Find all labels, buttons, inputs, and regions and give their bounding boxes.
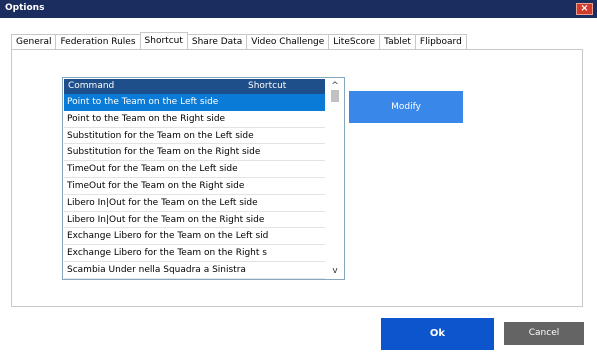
window-title: Options: [5, 3, 45, 13]
list-rows: Point to the Team on the Left side Point…: [64, 94, 325, 279]
title-bar: Options: [0, 0, 597, 18]
tab-tablet[interactable]: Tablet: [379, 34, 416, 49]
list-item[interactable]: TimeOut for the Team on the Right side: [64, 178, 325, 195]
shortcut-list[interactable]: Command Shortcut Point to the Team on th…: [62, 77, 345, 280]
list-header: Command Shortcut: [64, 79, 325, 94]
list-item[interactable]: TimeOut for the Team on the Left side: [64, 161, 325, 178]
list-item[interactable]: Substitution for the Team on the Left si…: [64, 128, 325, 145]
close-icon: ×: [580, 3, 589, 14]
list-item[interactable]: Point to the Team on the Left side: [64, 94, 325, 111]
column-header-shortcut[interactable]: Shortcut: [248, 81, 286, 91]
list-item[interactable]: Libero In|Out for the Team on the Right …: [64, 212, 325, 229]
list-item[interactable]: Libero In|Out for the Team on the Left s…: [64, 195, 325, 212]
tab-general[interactable]: General: [11, 34, 57, 49]
column-header-command[interactable]: Command: [68, 81, 114, 91]
tab-share-data[interactable]: Share Data: [186, 34, 248, 49]
scroll-down-icon[interactable]: v: [330, 266, 340, 276]
tab-federation-rules[interactable]: Federation Rules: [55, 34, 141, 49]
list-item[interactable]: Exchange Libero for the Team on the Left…: [64, 228, 325, 246]
ok-button[interactable]: Ok: [381, 318, 494, 350]
scroll-thumb[interactable]: [331, 90, 339, 102]
cancel-button[interactable]: Cancel: [504, 322, 584, 345]
modify-button[interactable]: Modify: [349, 91, 463, 123]
tab-flipboard[interactable]: Flipboard: [414, 34, 467, 49]
list-item[interactable]: Scambia Under nella Squadra a Sinistra: [64, 262, 325, 279]
tab-litescore[interactable]: LiteScore: [328, 34, 381, 49]
vertical-scrollbar[interactable]: ^ v: [327, 78, 343, 279]
tab-strip: General Federation Rules Shortcut Share Dat…: [11, 32, 467, 50]
tab-video-challenge[interactable]: Video Challenge: [246, 34, 330, 49]
tab-shortcut[interactable]: Shortcut: [139, 32, 188, 49]
list-item[interactable]: Exchange Libero for the Team on the Righ…: [64, 245, 325, 262]
list-item[interactable]: Substitution for the Team on the Right s…: [64, 144, 325, 162]
list-item[interactable]: Point to the Team on the Right side: [64, 111, 325, 128]
close-button[interactable]: ×: [576, 3, 593, 15]
